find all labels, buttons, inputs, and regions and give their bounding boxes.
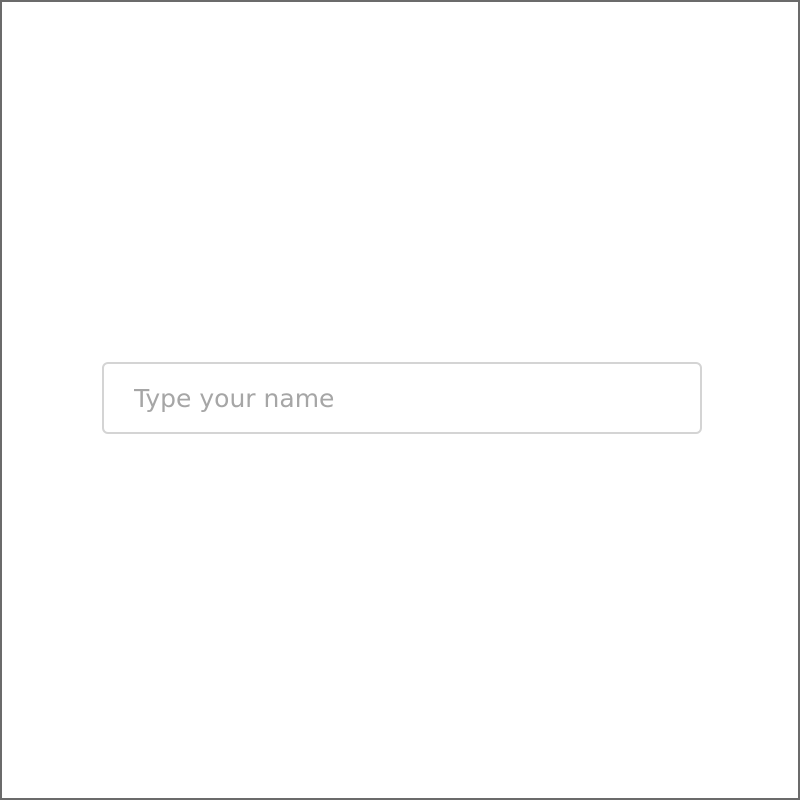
name-input[interactable] (102, 362, 702, 434)
page-frame (0, 0, 800, 800)
